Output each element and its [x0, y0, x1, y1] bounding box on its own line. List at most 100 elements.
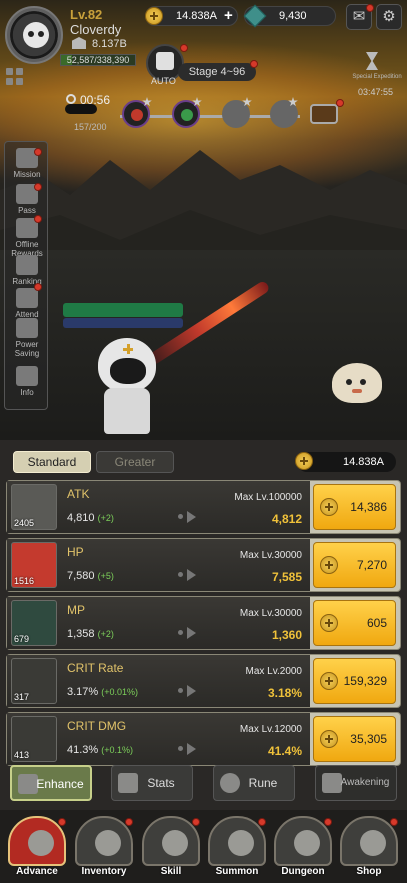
heart-icon: 1516	[11, 542, 57, 588]
arrow-dot-icon	[178, 630, 183, 635]
stat-row-crit-rate: 317 CRIT Rate 3.17% (+0.01%) Max Lv.2000 3.1…	[6, 654, 401, 708]
bottom-nav-shop[interactable]: Shop	[338, 814, 400, 880]
side-item-offline-rewards[interactable]: Offline Rewards	[5, 218, 49, 258]
dpad-icon	[118, 773, 138, 793]
stage-label[interactable]: Stage 4~96	[178, 63, 256, 81]
arrow-dot-icon	[178, 514, 183, 519]
side-item-pass[interactable]: Pass	[5, 184, 49, 215]
tab-greater[interactable]: Greater	[96, 451, 174, 473]
stat-current: 41.3% (+0.1%)	[67, 744, 133, 756]
add-gold-button[interactable]: +	[224, 7, 233, 25]
stat-current: 4,810 (+2)	[67, 512, 114, 524]
subnav-label: Stats	[147, 776, 175, 790]
enhance-buy-button[interactable]: 14,386	[313, 484, 396, 530]
sword-icon: 2405	[11, 484, 57, 530]
settings-button[interactable]: ⚙	[376, 4, 402, 30]
crit-rate-icon: 317	[11, 658, 57, 704]
player-avatar[interactable]	[5, 6, 63, 64]
tab-standard[interactable]: Standard	[13, 451, 91, 473]
arrow-right-icon	[187, 569, 196, 581]
gold-counter: 14.838A +	[145, 6, 238, 26]
subnav-rune[interactable]: Rune	[213, 765, 295, 801]
enhance-buy-button[interactable]: 605	[313, 600, 396, 646]
side-item-ranking[interactable]: Ranking	[5, 255, 49, 286]
hammer-icon	[18, 774, 38, 794]
stat-current-value: 4,810	[67, 512, 95, 524]
stat-current: 7,580 (+5)	[67, 570, 114, 582]
stat-max-level: Max Lv.100000	[234, 492, 302, 503]
hero-mp-bar	[63, 318, 183, 328]
side-menu: Mission Pass Offline Rewards Ranking Att…	[4, 141, 48, 410]
subnav-awakening[interactable]: Awakening	[315, 765, 397, 801]
nav-notification-dot	[58, 818, 66, 826]
player-level: Lv.82	[70, 7, 103, 22]
nav-label: Summon	[215, 866, 259, 877]
ground	[0, 250, 407, 440]
enhance-gold-display: 14.838A	[295, 452, 396, 472]
menu-grid-button[interactable]	[6, 68, 26, 98]
auto-notification-dot	[180, 44, 188, 52]
arrow-right-icon	[187, 743, 196, 755]
event-timer: 03:47:55	[358, 87, 394, 97]
bottom-nav-skill[interactable]: Skill	[140, 814, 202, 880]
stat-max-level: Max Lv.2000	[245, 666, 302, 677]
bottom-nav-dungeon[interactable]: Dungeon	[272, 814, 334, 880]
stage-notification-dot	[250, 60, 258, 68]
stat-level: 317	[14, 692, 30, 702]
side-item-label: Ranking	[12, 277, 42, 286]
side-item-attend[interactable]: Attend	[5, 288, 49, 319]
enemy-slime	[332, 363, 382, 403]
subnav-label: Awakening	[340, 777, 390, 788]
stat-row-atk: 2405 ATK 4,810 (+2) Max Lv.100000 4,812 14,38…	[6, 480, 401, 534]
stat-max-level: Max Lv.30000	[239, 608, 302, 619]
enhance-cost: 35,305	[350, 732, 387, 746]
stat-increment: (+2)	[97, 629, 114, 639]
enhance-buy-button[interactable]: 35,305	[313, 716, 396, 762]
player-power: 8.137B	[92, 38, 127, 50]
gold-amount: 14.838A	[176, 10, 217, 22]
nav-notification-dot	[192, 818, 200, 826]
stat-row-crit-dmg: 413 CRIT DMG 41.3% (+0.1%) Max Lv.12000 41.4…	[6, 712, 401, 766]
stat-name: MP	[67, 603, 85, 617]
enhance-buy-button[interactable]: 7,270	[313, 542, 396, 588]
gem-counter: 9,430	[243, 4, 336, 28]
power-saving-icon	[16, 318, 38, 338]
clock-icon	[66, 94, 76, 104]
stat-name: CRIT Rate	[67, 661, 124, 675]
attend-icon	[16, 288, 38, 308]
enhance-buy-button[interactable]: 159,329	[313, 658, 396, 704]
side-item-mission[interactable]: Mission	[5, 148, 49, 179]
mana-icon: 679	[11, 600, 57, 646]
enhance-cost: 605	[366, 616, 387, 630]
stat-level: 413	[14, 750, 30, 760]
nav-label: Shop	[356, 866, 382, 877]
nav-label: Inventory	[81, 866, 127, 877]
bottom-nav-summon[interactable]: Summon	[206, 814, 268, 880]
reward-chest-icon[interactable]	[310, 104, 338, 124]
gold-coin-icon	[320, 730, 338, 748]
advance-icon	[28, 830, 54, 856]
side-item-label: Info	[20, 388, 34, 397]
crit-dmg-icon: 413	[11, 716, 57, 762]
arrow-dot-icon	[178, 572, 183, 577]
enhance-cost: 14,386	[350, 500, 387, 514]
gold-coin-icon	[320, 498, 338, 516]
rune-icon	[220, 773, 240, 793]
stat-max-level: Max Lv.30000	[239, 550, 302, 561]
subnav-enhance[interactable]: Enhance	[10, 765, 92, 801]
bottom-nav-advance[interactable]: Advance	[6, 814, 68, 880]
gold-coin-icon	[295, 452, 313, 470]
side-item-info[interactable]: Info	[5, 366, 49, 397]
subnav-stats[interactable]: Stats	[111, 765, 193, 801]
mission-notification-dot	[34, 148, 42, 156]
attend-notification-dot	[34, 283, 42, 291]
arrow-dot-icon	[178, 688, 183, 693]
stat-current-value: 7,580	[67, 570, 95, 582]
side-item-power-saving[interactable]: Power Saving	[5, 318, 49, 358]
stat-current-value: 41.3%	[67, 744, 99, 756]
summon-icon	[228, 830, 254, 856]
bottom-nav-inventory[interactable]: Inventory	[73, 814, 135, 880]
skill-icon	[162, 830, 188, 856]
dungeon-icon	[294, 830, 320, 856]
inventory-icon	[95, 830, 121, 856]
